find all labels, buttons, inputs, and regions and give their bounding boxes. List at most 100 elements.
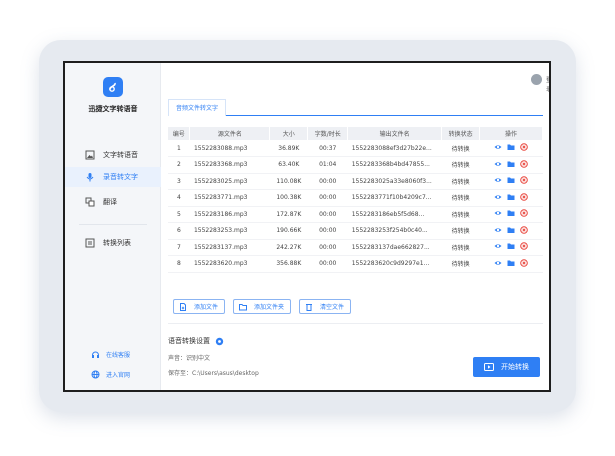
column-header-actions: 操作 <box>479 127 543 140</box>
delete-icon[interactable] <box>520 176 528 185</box>
table-row[interactable]: 5 1552283186.mp3 172.87K 00:00 1552283186eb5… <box>168 206 543 223</box>
sidebar-item-speech-to-text[interactable]: 录音转文字 <box>65 167 161 187</box>
table-row[interactable]: 3 1552283025.mp3 110.08K 00:00 1552283025a33… <box>168 173 543 190</box>
table-row[interactable]: 8 1552283620.mp3 356.88K 00:00 1552283620c9d… <box>168 255 543 273</box>
settings-gear-icon[interactable] <box>215 337 224 346</box>
microphone-icon <box>85 172 95 182</box>
tab-audio-to-text[interactable]: 音频文件转文字 <box>168 99 227 116</box>
cell-actions <box>479 140 543 157</box>
delete-icon[interactable] <box>520 225 528 234</box>
delete-icon[interactable] <box>520 209 528 218</box>
clear-files-button[interactable]: 清空文件 <box>299 299 352 314</box>
preview-eye-icon[interactable] <box>494 226 502 234</box>
cell-name: 1552283186.mp3 <box>189 206 270 223</box>
delete-icon[interactable] <box>520 159 528 168</box>
table-row[interactable]: 1 1552283088.mp3 36.89K 00:37 1552283088ef3d… <box>168 140 543 157</box>
preview-eye-icon[interactable] <box>494 143 502 151</box>
cell-actions <box>479 206 543 223</box>
open-folder-icon[interactable] <box>507 259 515 267</box>
preview-eye-icon[interactable] <box>494 259 502 267</box>
table-header-row: 编号 源文件名 大小 字数/时长 输出文件名 转换状态 操作 <box>168 127 543 140</box>
sidebar-item-conversion-list[interactable]: 转换列表 <box>65 233 161 253</box>
preview-eye-icon[interactable] <box>494 209 502 217</box>
voice-value: 识别中文 <box>186 355 211 362</box>
cell-status: 待转换 <box>441 140 480 157</box>
cell-status: 待转换 <box>441 239 480 256</box>
cell-id: 4 <box>168 189 190 207</box>
open-folder-icon[interactable] <box>507 242 515 250</box>
save-path-value[interactable]: C:\Users\asus\desktop <box>192 370 259 377</box>
add-folder-label: 添加文件夹 <box>254 304 285 311</box>
sidebar: 迅捷文字转语音 文字转语音 录音转文字 翻译 转换列表 在线客服 进入官网 <box>65 63 161 390</box>
cell-size: 172.87K <box>269 206 308 223</box>
cell-output: 1552283137dae662827... <box>347 239 442 256</box>
online-support-label: 在线客服 <box>106 352 131 359</box>
app-logo-icon <box>103 77 123 97</box>
translate-icon <box>85 197 95 207</box>
avatar[interactable] <box>531 74 542 85</box>
cell-name: 1552283771.mp3 <box>189 189 270 207</box>
cell-duration: 00:00 <box>307 173 348 190</box>
add-folder-button[interactable]: 添加文件夹 <box>233 299 292 314</box>
cell-size: 356.88K <box>269 255 308 273</box>
cell-size: 190.66K <box>269 222 308 240</box>
table-row[interactable]: 6 1552283253.mp3 190.66K 00:00 1552283253f25… <box>168 222 543 240</box>
settings-title: 语音转换设置 <box>168 336 224 346</box>
cell-name: 1552283368.mp3 <box>189 156 270 174</box>
save-path-setting: 保存至：C:\Users\asus\desktop <box>168 368 259 377</box>
cell-name: 1552283253.mp3 <box>189 222 270 240</box>
cell-id: 3 <box>168 173 190 190</box>
sidebar-item-label: 文字转语音 <box>103 151 138 159</box>
table-row[interactable]: 4 1552283771.mp3 100.38K 00:00 1552283771f10… <box>168 189 543 207</box>
file-button-row: 添加文件 添加文件夹 清空文件 <box>173 299 352 314</box>
cell-size: 36.89K <box>269 140 308 157</box>
cell-name: 1552283620.mp3 <box>189 255 270 273</box>
cell-duration: 01:04 <box>307 156 348 174</box>
open-folder-icon[interactable] <box>507 226 515 234</box>
sidebar-item-text-to-speech[interactable]: 文字转语音 <box>65 145 161 165</box>
cell-actions <box>479 222 543 240</box>
add-file-button[interactable]: 添加文件 <box>173 299 226 314</box>
open-folder-icon[interactable] <box>507 160 515 168</box>
table-row[interactable]: 2 1552283368.mp3 63.40K 01:04 1552283368b4bd… <box>168 156 543 174</box>
open-folder-icon[interactable] <box>507 209 515 217</box>
cell-size: 110.08K <box>269 173 308 190</box>
delete-icon[interactable] <box>520 242 528 251</box>
folder-add-icon <box>239 303 248 311</box>
cell-output: 1552283253f254b0c40... <box>347 222 442 240</box>
cell-duration: 00:00 <box>307 255 348 273</box>
start-convert-button[interactable]: 开始转换 <box>473 357 540 377</box>
cell-output: 1552283025a33e8060f3... <box>347 173 442 190</box>
official-site-link[interactable]: 进入官网 <box>91 370 130 379</box>
add-file-label: 添加文件 <box>194 304 219 311</box>
cell-id: 8 <box>168 255 190 273</box>
table-row[interactable]: 7 1552283137.mp3 242.27K 00:00 1552283137dae… <box>168 239 543 256</box>
sidebar-item-translate[interactable]: 翻译 <box>65 192 161 212</box>
cell-id: 1 <box>168 140 190 157</box>
cell-duration: 00:00 <box>307 222 348 240</box>
globe-icon <box>91 370 100 379</box>
cell-size: 242.27K <box>269 239 308 256</box>
open-folder-icon[interactable] <box>507 143 515 151</box>
preview-eye-icon[interactable] <box>494 242 502 250</box>
cell-name: 1552283088.mp3 <box>189 140 270 157</box>
preview-eye-icon[interactable] <box>494 176 502 184</box>
login-link[interactable]: 登录 <box>546 75 549 93</box>
cell-output: 1552283620c9d9297e1... <box>347 255 442 273</box>
delete-icon[interactable] <box>520 258 528 267</box>
delete-icon[interactable] <box>520 192 528 201</box>
cell-output: 1552283368b4bd47855... <box>347 156 442 174</box>
cell-actions <box>479 173 543 190</box>
delete-icon[interactable] <box>520 143 528 151</box>
open-folder-icon[interactable] <box>507 176 515 184</box>
divider <box>168 323 543 324</box>
open-folder-icon[interactable] <box>507 193 515 201</box>
preview-eye-icon[interactable] <box>494 193 502 201</box>
cell-actions <box>479 156 543 174</box>
cell-actions <box>479 189 543 207</box>
cell-status: 待转换 <box>441 173 480 190</box>
preview-eye-icon[interactable] <box>494 160 502 168</box>
cell-id: 7 <box>168 239 190 256</box>
online-support-link[interactable]: 在线客服 <box>91 350 130 359</box>
trash-icon <box>305 303 313 311</box>
